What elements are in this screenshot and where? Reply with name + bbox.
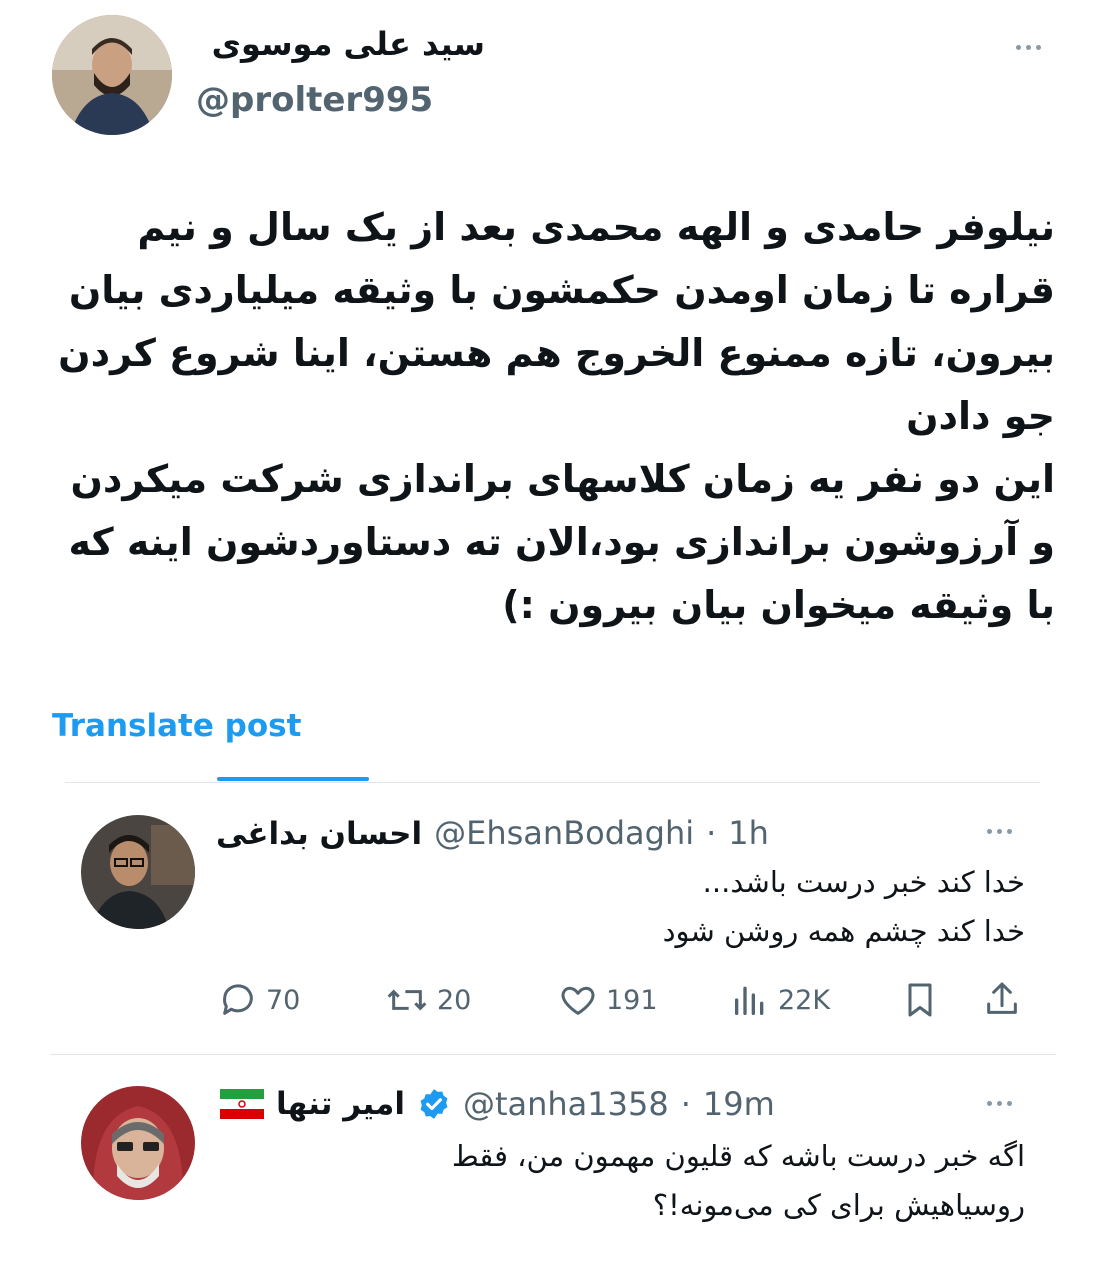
reply-author-name[interactable]: امیر تنها xyxy=(276,1086,405,1122)
avatar-portrait xyxy=(81,1086,195,1200)
share-icon xyxy=(987,982,1017,1014)
reply-button[interactable]: 70 xyxy=(218,980,300,1020)
post-paragraph-2: این دو نفر یه زمان کلاسهای براندازی شرکت… xyxy=(68,457,1056,627)
repost-icon xyxy=(387,989,427,1011)
divider xyxy=(65,782,1040,783)
dot-separator: · xyxy=(706,814,717,852)
reply-line: اگه خبر درست باشه که قلیون مهمون من، فقط xyxy=(451,1139,1025,1173)
divider xyxy=(50,1054,1056,1055)
tab-indicator xyxy=(217,777,369,781)
bookmark-icon xyxy=(908,983,932,1017)
more-icon[interactable] xyxy=(987,1101,1012,1106)
dot-separator: · xyxy=(680,1085,691,1123)
reply-author-handle[interactable]: @EhsanBodaghi xyxy=(434,814,694,852)
avatar-portrait xyxy=(81,815,195,929)
reply-time[interactable]: 19m xyxy=(703,1085,775,1123)
post-text: نیلوفر حامدی و الهه محمدی بعد از یک سال … xyxy=(55,196,1055,637)
reply-author-handle[interactable]: @tanha1358 xyxy=(463,1085,669,1123)
reply-count: 70 xyxy=(266,984,301,1016)
share-button[interactable] xyxy=(982,979,1022,1023)
reply-line: روسیاهیش برای کی می‌مونه!؟ xyxy=(652,1188,1025,1222)
reply-header: احسان بداغی @EhsanBodaghi · 1h xyxy=(216,814,769,852)
reply-line: خدا کند خبر درست باشد... xyxy=(702,865,1025,899)
reply-author-name[interactable]: احسان بداغی xyxy=(216,816,422,852)
reply-header: امیر تنها @tanha1358 · 19m xyxy=(220,1085,775,1123)
views-button[interactable]: 22K xyxy=(730,980,830,1020)
iran-flag-icon xyxy=(220,1089,264,1119)
reply-line: خدا کند چشم همه روشن شود xyxy=(662,914,1025,948)
reply-text: خدا کند خبر درست باشد... خدا کند چشم همه… xyxy=(225,858,1025,956)
reply-avatar[interactable] xyxy=(81,1086,195,1200)
like-button[interactable]: 191 xyxy=(558,980,658,1020)
repost-count: 20 xyxy=(437,984,472,1016)
post-paragraph-1: نیلوفر حامدی و الهه محمدی بعد از یک سال … xyxy=(58,205,1055,438)
avatar-portrait xyxy=(52,15,172,135)
comment-icon xyxy=(223,984,253,1015)
reply-time[interactable]: 1h xyxy=(728,814,769,852)
verified-badge-icon xyxy=(420,1089,448,1119)
more-icon[interactable] xyxy=(1016,45,1041,50)
translate-post-link[interactable]: Translate post xyxy=(52,708,301,744)
views-count: 22K xyxy=(778,984,831,1016)
author-name[interactable]: سید علی موسوی xyxy=(212,25,485,63)
like-count: 191 xyxy=(606,984,658,1016)
more-icon[interactable] xyxy=(987,829,1012,834)
bookmark-button[interactable] xyxy=(900,980,940,1024)
author-avatar[interactable] xyxy=(52,15,172,135)
reply-text: اگه خبر درست باشه که قلیون مهمون من، فقط… xyxy=(225,1132,1025,1230)
repost-button[interactable]: 20 xyxy=(385,980,471,1020)
heart-icon xyxy=(561,986,595,1015)
reply-avatar[interactable] xyxy=(81,815,195,929)
views-icon xyxy=(735,986,764,1015)
author-handle[interactable]: @prolter995 xyxy=(196,80,433,120)
